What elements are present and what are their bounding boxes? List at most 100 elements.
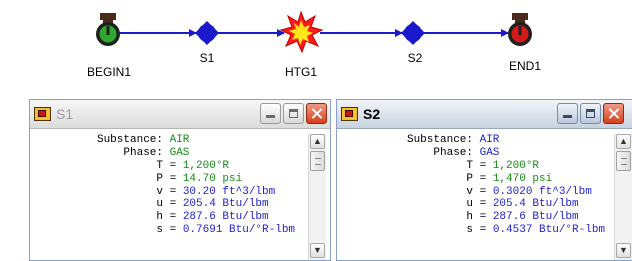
property-separator: = <box>473 185 493 198</box>
state-node-s1[interactable] <box>195 21 219 45</box>
property-key: v <box>466 185 473 198</box>
scroll-up-arrow-icon[interactable]: ▲ <box>616 134 631 149</box>
property-row: h = 287.6 Btu/lbm <box>30 211 305 224</box>
node-label-s2: S2 <box>408 51 423 65</box>
property-row: Phase: GAS <box>30 147 305 160</box>
property-value: 0.4537 Btu/°R-lbm <box>492 224 606 237</box>
property-key: v <box>156 185 163 198</box>
node-label-end: END1 <box>509 59 541 73</box>
property-key: P <box>156 172 163 185</box>
property-separator: = <box>163 172 183 185</box>
property-separator: = <box>473 211 493 224</box>
scroll-down-arrow-icon[interactable]: ▼ <box>616 243 631 258</box>
property-value: 1,200°R <box>492 159 540 172</box>
property-key: u <box>156 198 163 211</box>
property-separator: = <box>473 172 493 185</box>
property-row: Substance: AIR <box>30 134 305 147</box>
heater-node[interactable] <box>279 10 324 54</box>
maximize-button[interactable] <box>283 103 304 124</box>
property-list: Substance: AIR Phase: GAS T = 1,200°R P … <box>30 134 305 237</box>
property-separator <box>163 147 170 159</box>
window-content: Substance: AIR Phase: GAS T = 1,200°R P … <box>337 129 632 260</box>
property-key: s <box>156 224 163 237</box>
property-row: s = 0.7691 Btu/°R-lbm <box>30 224 305 237</box>
property-separator: = <box>163 198 183 211</box>
property-value: 0.3020 ft^3/lbm <box>492 185 592 198</box>
property-separator <box>473 147 480 159</box>
property-key: P <box>466 172 473 185</box>
scroll-up-arrow-icon[interactable]: ▲ <box>310 134 325 149</box>
property-key: h <box>156 211 163 224</box>
window-titlebar[interactable]: S1 <box>30 100 330 129</box>
property-row: u = 205.4 Btu/lbm <box>30 198 305 211</box>
node-label-htg: HTG1 <box>285 65 317 79</box>
property-row: Phase: GAS <box>337 147 610 160</box>
scroll-thumb[interactable] <box>616 151 631 171</box>
scroll-down-arrow-icon[interactable]: ▼ <box>310 243 325 258</box>
window-controls <box>557 103 624 124</box>
end-node[interactable] <box>508 13 532 46</box>
property-key: Substance: <box>406 134 473 146</box>
node-label-begin: BEGIN1 <box>87 65 131 79</box>
property-row: P = 1,470 psi <box>337 173 610 186</box>
node-label-s1: S1 <box>200 51 215 65</box>
state-window-s2[interactable]: S2 Substance: AIR Phase: GAS T = 1,200°R… <box>336 99 632 261</box>
property-key: u <box>466 198 473 211</box>
minimize-button[interactable] <box>260 103 281 124</box>
app-icon <box>341 107 358 121</box>
window-title: S1 <box>56 106 74 122</box>
flow-diagram: BEGIN1 S1 HTG1 S2 END1 <box>87 10 541 79</box>
property-separator <box>163 134 170 146</box>
scroll-thumb[interactable] <box>310 151 325 171</box>
property-value: 205.4 Btu/lbm <box>492 198 579 211</box>
property-value: 205.4 Btu/lbm <box>182 198 269 211</box>
property-value: AIR <box>169 134 190 146</box>
property-value: 30.20 ft^3/lbm <box>182 185 276 198</box>
property-row: u = 205.4 Btu/lbm <box>337 198 610 211</box>
property-key: h <box>466 211 473 224</box>
property-value: 1,470 psi <box>492 172 553 185</box>
window-content: Substance: AIR Phase: GAS T = 1,200°R P … <box>30 129 330 260</box>
property-key: Substance: <box>96 134 163 146</box>
property-value: 0.7691 Btu/°R-lbm <box>182 224 296 237</box>
state-node-s2[interactable] <box>401 21 425 45</box>
property-list: Substance: AIR Phase: GAS T = 1,200°R P … <box>337 134 610 237</box>
property-row: P = 14.70 psi <box>30 173 305 186</box>
property-row: v = 30.20 ft^3/lbm <box>30 186 305 199</box>
property-row: Substance: AIR <box>337 134 610 147</box>
property-row: T = 1,200°R <box>30 160 305 173</box>
window-title: S2 <box>363 106 381 122</box>
property-value: GAS <box>169 146 190 159</box>
property-value: AIR <box>479 134 500 146</box>
property-value: GAS <box>479 146 500 159</box>
property-separator: = <box>163 185 183 198</box>
minimize-button[interactable] <box>557 103 578 124</box>
property-separator: = <box>163 224 183 237</box>
property-row: s = 0.4537 Btu/°R-lbm <box>337 224 610 237</box>
property-value: 1,200°R <box>182 159 230 172</box>
window-titlebar[interactable]: S2 <box>337 100 632 129</box>
window-controls <box>260 103 327 124</box>
property-separator: = <box>163 159 183 172</box>
property-value: 287.6 Btu/lbm <box>182 211 269 224</box>
property-value: 287.6 Btu/lbm <box>492 211 579 224</box>
vertical-scrollbar[interactable]: ▲ ▼ <box>308 134 326 260</box>
begin-node[interactable] <box>96 13 120 46</box>
property-row: v = 0.3020 ft^3/lbm <box>337 186 610 199</box>
property-key: T <box>466 159 473 172</box>
vertical-scrollbar[interactable]: ▲ ▼ <box>614 134 632 260</box>
property-key: Phase: <box>433 146 473 159</box>
close-button[interactable] <box>603 103 624 124</box>
app-icon <box>34 107 51 121</box>
property-separator: = <box>473 198 493 211</box>
property-key: Phase: <box>123 146 163 159</box>
property-separator: = <box>473 224 493 237</box>
property-key: T <box>156 159 163 172</box>
close-button[interactable] <box>306 103 327 124</box>
maximize-button[interactable] <box>580 103 601 124</box>
property-separator: = <box>163 211 183 224</box>
property-value: 14.70 psi <box>182 172 243 185</box>
property-separator <box>473 134 480 146</box>
state-window-s1[interactable]: S1 Substance: AIR Phase: GAS T = 1,200°R… <box>29 99 331 261</box>
property-separator: = <box>473 159 493 172</box>
